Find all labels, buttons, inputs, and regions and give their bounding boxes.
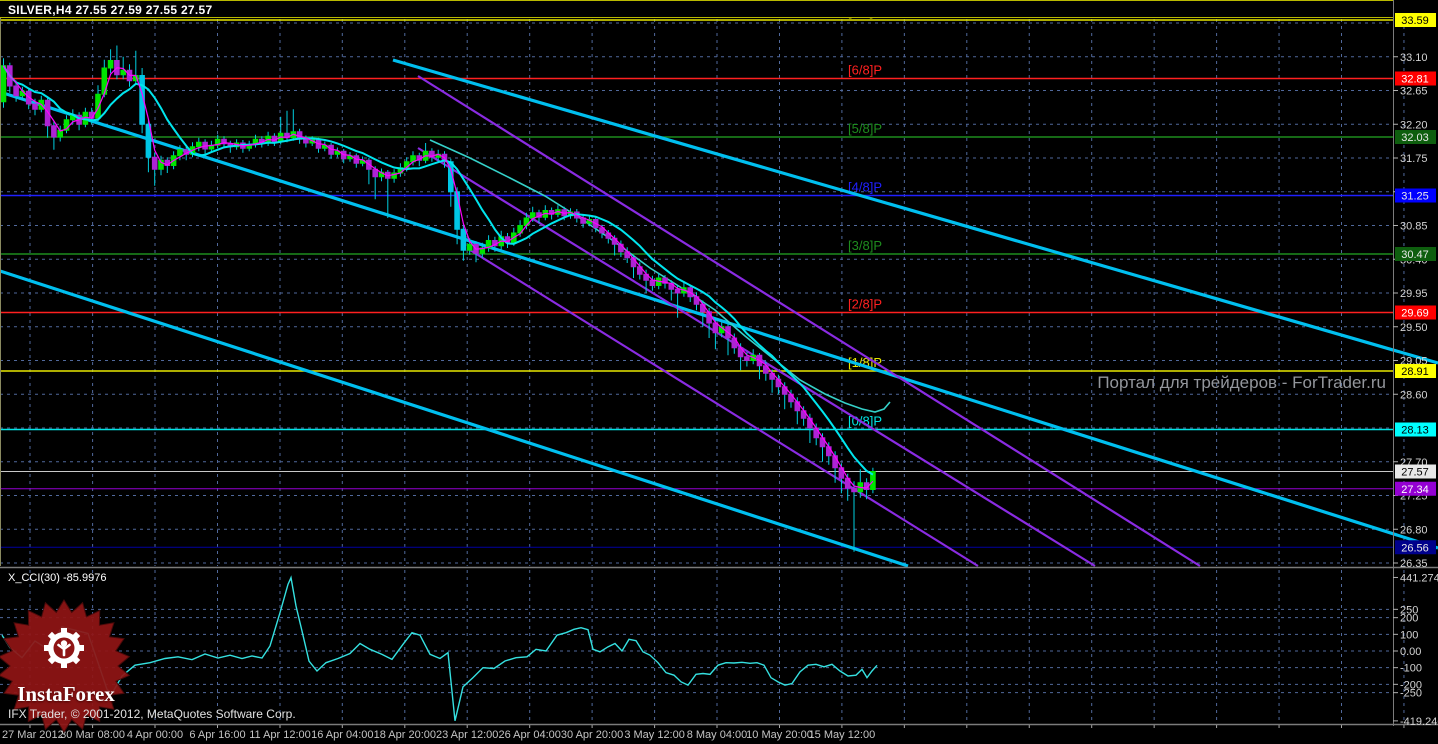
cci-axis-label: -250	[1400, 688, 1422, 700]
time-axis-label: 3 May 12:00	[624, 729, 685, 741]
price-level-badge-label: 26.56	[1401, 542, 1429, 554]
candle	[674, 288, 681, 294]
murrey-level-label: [6/8]P	[848, 63, 882, 78]
cci-axis-label: 200	[1400, 613, 1418, 625]
price-level-badge-label: 28.13	[1401, 425, 1429, 437]
chart-canvas[interactable]: [7/8]P[6/8]P[5/8]P[4/8]P[3/8]P[2/8]P[1/8…	[0, 0, 1438, 744]
candle	[177, 149, 183, 157]
price-axis-label: 26.80	[1400, 524, 1428, 536]
candle	[826, 446, 832, 457]
broker-watermark: Портал для трейдеров - ForTrader.ru	[1097, 373, 1386, 392]
candle	[44, 99, 51, 127]
price-axis-label: 28.60	[1400, 389, 1428, 401]
time-axis-label: 16 Apr 04:00	[311, 729, 373, 741]
time-axis-label: 18 Apr 20:00	[374, 729, 436, 741]
candle	[0, 65, 7, 103]
candle	[460, 228, 467, 251]
time-axis-label: 26 Apr 04:00	[499, 729, 561, 741]
cci-axis-label: 100	[1400, 629, 1418, 641]
price-axis-label: 30.85	[1400, 221, 1428, 233]
price-axis-label: 32.20	[1400, 119, 1428, 131]
price-level-badge-label: 27.57	[1401, 467, 1429, 479]
price-axis-label: 29.50	[1400, 322, 1428, 334]
chart-title-bar: SILVER,H4 27.55 27.59 27.55 27.57	[0, 0, 1393, 18]
time-axis-label: 8 May 04:00	[687, 729, 748, 741]
price-level-badge-label: 29.69	[1401, 308, 1429, 320]
murrey-level-label: [5/8]P	[848, 121, 882, 136]
chart-window: [7/8]P[6/8]P[5/8]P[4/8]P[3/8]P[2/8]P[1/8…	[0, 0, 1438, 744]
price-axis-label: 31.75	[1400, 153, 1428, 165]
cci-axis-label: 0.00	[1400, 646, 1421, 658]
candle	[303, 138, 309, 144]
candle	[466, 243, 473, 251]
candle	[32, 103, 38, 110]
price-axis-label: 32.65	[1400, 86, 1428, 98]
gear-person-icon	[44, 628, 84, 668]
candle	[107, 60, 114, 69]
time-axis-label: 15 May 12:00	[809, 729, 876, 741]
copyright-text: IFX Trader, © 2001-2012, MetaQuotes Soft…	[8, 707, 296, 721]
price-level-badge-label: 27.34	[1401, 484, 1429, 496]
candle	[851, 487, 857, 493]
cci-axis-label: 441.274	[1400, 572, 1438, 584]
price-level-badge-label: 31.25	[1401, 191, 1429, 203]
price-axis-label: 26.35	[1400, 558, 1428, 570]
candle	[196, 141, 202, 148]
candle	[529, 212, 536, 219]
instaforex-logo-label: InstaForex	[17, 682, 115, 706]
time-axis-label: 30 Apr 20:00	[561, 729, 623, 741]
price-level-badge-label: 33.59	[1401, 15, 1429, 27]
price-level-badge-label: 32.03	[1401, 132, 1429, 144]
price-axis-label: 33.10	[1400, 52, 1428, 64]
time-axis-label: 6 Apr 16:00	[189, 729, 245, 741]
candle	[700, 303, 706, 313]
cci-indicator-area[interactable]	[0, 570, 1393, 723]
cci-axis-label: -419.246	[1400, 716, 1438, 728]
symbol-title: SILVER,H4 27.55 27.59 27.55 27.57	[8, 3, 213, 17]
time-axis-label: 10 May 20:00	[746, 729, 813, 741]
candle	[744, 356, 750, 361]
time-axis-label: 23 Apr 12:00	[436, 729, 498, 741]
murrey-level-label: [3/8]P	[848, 238, 882, 253]
cci-axis-label: -100	[1400, 663, 1422, 675]
candle	[151, 156, 158, 170]
indicator-name-label: X_CCI(30) -85.9976	[8, 572, 107, 584]
price-level-badge-label: 30.47	[1401, 249, 1429, 261]
time-axis-label: 11 Apr 12:00	[249, 729, 311, 741]
candle	[13, 85, 19, 97]
candle	[51, 125, 57, 138]
price-level-badge-label: 28.91	[1401, 366, 1429, 378]
price-axis-label: 29.95	[1400, 288, 1428, 300]
price-level-badge-label: 32.81	[1401, 74, 1429, 86]
candle	[649, 279, 656, 286]
candle	[95, 93, 101, 119]
candle	[454, 191, 460, 230]
murrey-level-label: [2/8]P	[848, 297, 882, 312]
